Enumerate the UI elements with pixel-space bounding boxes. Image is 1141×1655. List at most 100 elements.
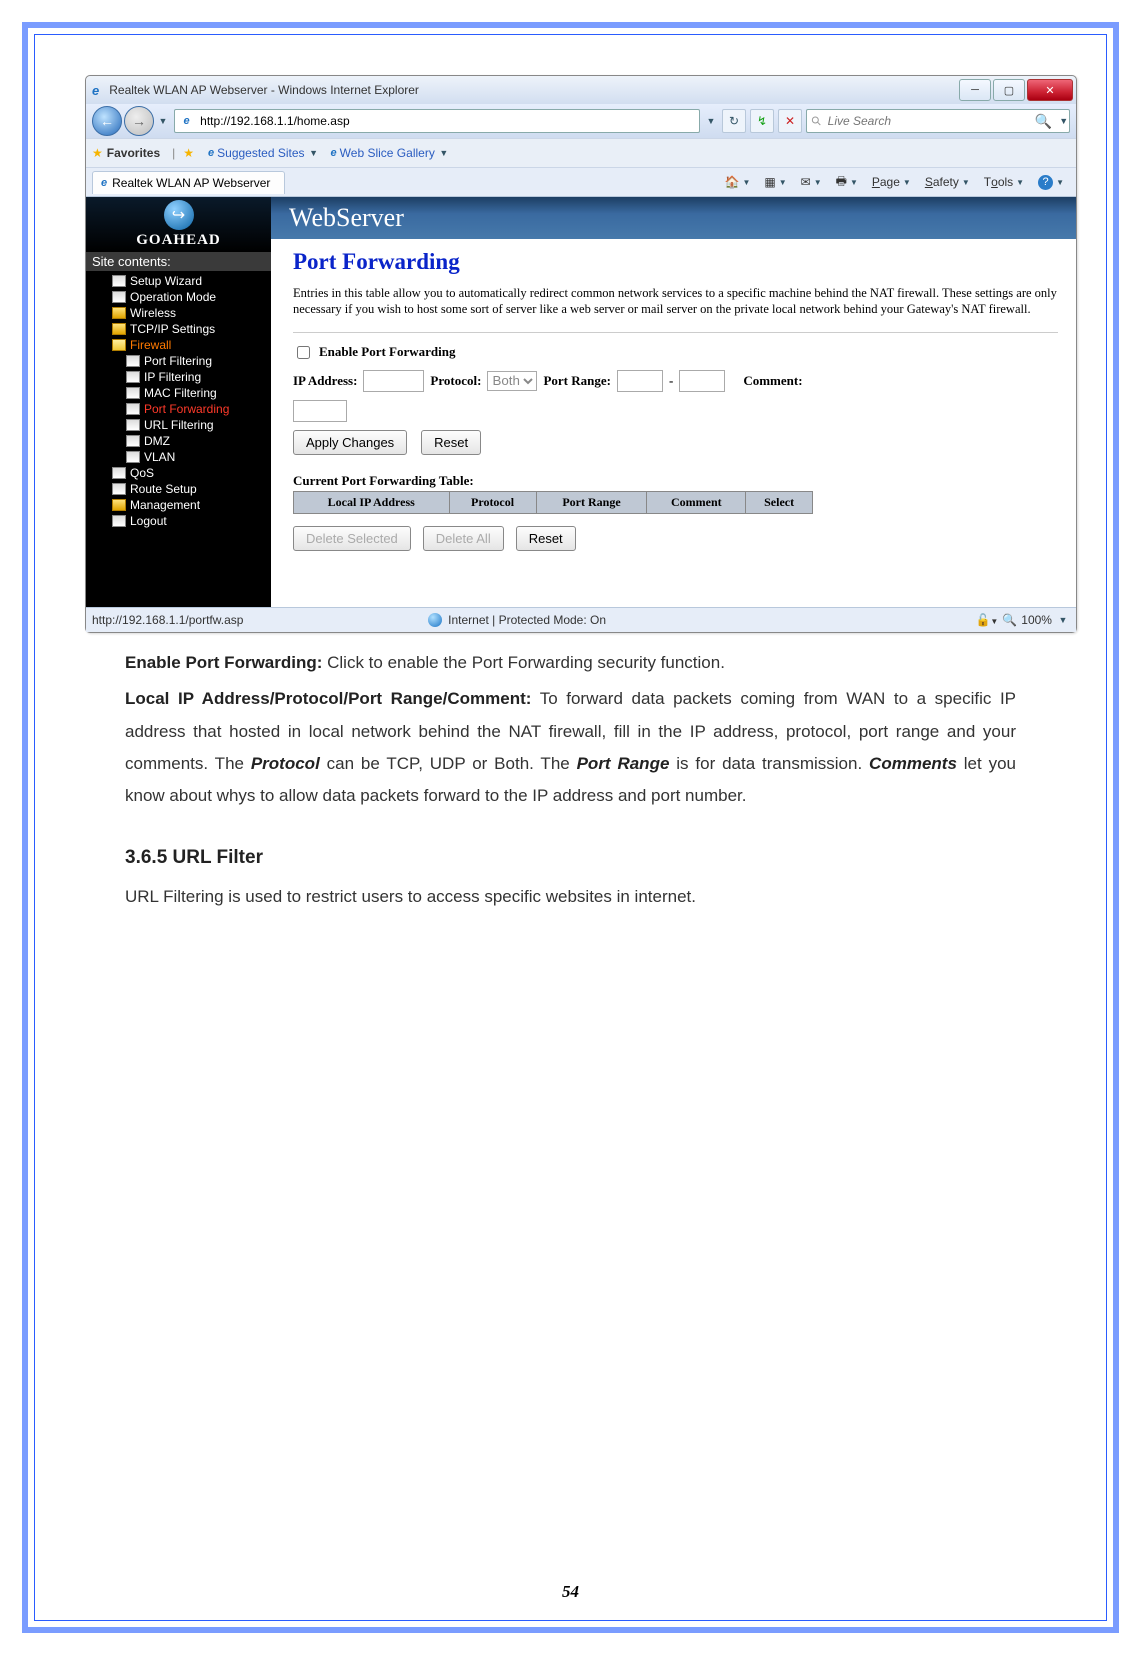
nav-firewall[interactable]: Firewall (94, 337, 271, 353)
add-favorite-icon[interactable]: ★ (183, 146, 194, 160)
search-dropdown[interactable]: ▼ (1058, 107, 1069, 135)
p2-i1: Protocol (251, 754, 320, 773)
enable-label: Enable Port Forwarding (319, 344, 456, 360)
ip-label: IP Address: (293, 373, 357, 389)
help-button[interactable]: ?▼ (1032, 173, 1070, 192)
zone-icon (428, 613, 442, 627)
reset-table-button[interactable]: Reset (516, 526, 576, 551)
print-button[interactable]: 🖶▼ (830, 170, 864, 195)
delete-selected-button[interactable]: Delete Selected (293, 526, 411, 551)
address-bar[interactable]: e (174, 109, 700, 133)
safety-menu[interactable]: Safety▼ (919, 173, 976, 191)
nav-wireless[interactable]: Wireless (94, 305, 271, 321)
status-zone: Internet | Protected Mode: On (448, 613, 606, 627)
p2-bold: Local IP Address/Protocol/Port Range/Com… (125, 689, 531, 708)
port-to-input[interactable] (679, 370, 725, 392)
page-menu[interactable]: PPageage▼ (866, 173, 917, 191)
p1-text: Click to enable the Port Forwarding secu… (322, 653, 725, 672)
th-range: Port Range (536, 491, 647, 513)
minimize-button[interactable]: ─ (959, 79, 991, 101)
protocol-label: Protocol: (430, 373, 481, 389)
search-go-icon[interactable]: 🔍 (1035, 113, 1052, 130)
nav-setup-wizard[interactable]: Setup Wizard (94, 273, 271, 289)
feeds-button[interactable]: ▦▼ (758, 173, 792, 191)
url-input[interactable] (198, 112, 699, 130)
titlebar: e Realtek WLAN AP Webserver - Windows In… (86, 76, 1076, 104)
web-slice-gallery-link[interactable]: e Web Slice Gallery▼ (331, 139, 451, 167)
th-protocol: Protocol (449, 491, 536, 513)
comment-input[interactable] (293, 400, 347, 422)
enable-checkbox[interactable] (297, 346, 310, 359)
comment-label: Comment: (743, 373, 802, 389)
nav-ip-filtering[interactable]: IP Filtering (94, 369, 271, 385)
page-icon: e (179, 113, 194, 129)
refresh-button[interactable]: ↻ (722, 109, 746, 133)
url-dropdown[interactable]: ▼ (704, 107, 718, 135)
forwarding-table: Local IP Address Protocol Port Range Com… (293, 491, 813, 514)
favorites-label[interactable]: Favorites (107, 146, 160, 160)
nav-logout[interactable]: Logout (94, 513, 271, 529)
nav-dmz[interactable]: DMZ (94, 433, 271, 449)
back-button[interactable]: ← (92, 106, 122, 136)
page-heading: Port Forwarding (293, 249, 1058, 275)
nav-tree: Setup Wizard Operation Mode Wireless TCP… (86, 271, 271, 537)
suggested-sites-link[interactable]: e Suggested Sites▼ (208, 139, 321, 167)
apply-button[interactable]: Apply Changes (293, 430, 407, 455)
site-contents-label: Site contents: (86, 252, 271, 271)
search-icon (811, 114, 822, 128)
page-content: ↪ GOAHEAD Site contents: Setup Wizard Op… (86, 196, 1076, 607)
banner-title: WebServer (271, 197, 1076, 239)
stop-button[interactable]: ✕ (778, 109, 802, 133)
nav-tcpip[interactable]: TCP/IP Settings (94, 321, 271, 337)
nav-vlan[interactable]: VLAN (94, 449, 271, 465)
nav-operation-mode[interactable]: Operation Mode (94, 289, 271, 305)
nav-mac-filtering[interactable]: MAC Filtering (94, 385, 271, 401)
nav-management[interactable]: Management (94, 497, 271, 513)
protocol-select[interactable]: Both (487, 371, 537, 391)
ip-input[interactable] (363, 370, 424, 392)
history-dropdown[interactable]: ▼ (156, 107, 170, 135)
browser-window: e Realtek WLAN AP Webserver - Windows In… (85, 75, 1077, 633)
status-bar: http://192.168.1.1/portfw.asp Internet |… (86, 607, 1076, 632)
ie-icon: e (92, 83, 99, 98)
status-url: http://192.168.1.1/portfw.asp (92, 613, 243, 627)
p2-i2: Port Range (577, 754, 670, 773)
nav-url-filtering[interactable]: URL Filtering (94, 417, 271, 433)
close-button[interactable]: ✕ (1027, 79, 1073, 101)
forward-button[interactable]: → (124, 106, 154, 136)
window-title: Realtek WLAN AP Webserver - Windows Inte… (109, 83, 957, 97)
tab-bar: e Realtek WLAN AP Webserver 🏠▼ ▦▼ ✉▼ 🖶▼ … (86, 167, 1076, 196)
go-button[interactable]: ↯ (750, 109, 774, 133)
tab-icon: e (101, 177, 107, 189)
p1-bold: Enable Port Forwarding: (125, 653, 322, 672)
sidebar: ↪ GOAHEAD Site contents: Setup Wizard Op… (86, 197, 271, 607)
delete-all-button[interactable]: Delete All (423, 526, 504, 551)
zoom-dropdown[interactable]: ▼ (1056, 606, 1070, 634)
port-from-input[interactable] (617, 370, 663, 392)
nav-route-setup[interactable]: Route Setup (94, 481, 271, 497)
tools-menu[interactable]: Tools▼ (978, 173, 1030, 191)
table-title: Current Port Forwarding Table: (293, 473, 1058, 489)
th-select: Select (746, 491, 813, 513)
navbar: ← → ▼ e ▼ ↻ ↯ ✕ 🔍 ▼ (86, 104, 1076, 138)
brand-text: GOAHEAD (136, 232, 221, 249)
maximize-button[interactable]: ▢ (993, 79, 1025, 101)
nav-qos[interactable]: QoS (94, 465, 271, 481)
favorites-star-icon[interactable]: ★ (92, 146, 103, 160)
search-box[interactable]: 🔍 ▼ (806, 109, 1070, 133)
p2-i3: Comments (869, 754, 957, 773)
mail-button[interactable]: ✉▼ (795, 173, 828, 191)
reset-button[interactable]: Reset (421, 430, 481, 455)
page-number: 54 (35, 1582, 1106, 1602)
tab-active[interactable]: e Realtek WLAN AP Webserver (92, 171, 285, 194)
protected-mode-icon[interactable]: 🔓▼ (975, 613, 998, 627)
section-heading: 3.6.5 URL Filter (125, 840, 1016, 876)
zoom-icon[interactable]: 🔍 (1002, 613, 1017, 627)
nav-port-filtering[interactable]: Port Filtering (94, 353, 271, 369)
zoom-level: 100% (1021, 613, 1052, 627)
p2-t2: can be TCP, UDP or Both. The (320, 754, 577, 773)
nav-port-forwarding[interactable]: Port Forwarding (94, 401, 271, 417)
home-button[interactable]: 🏠▼ (718, 173, 756, 191)
th-comment: Comment (647, 491, 746, 513)
search-input[interactable] (826, 113, 1029, 129)
